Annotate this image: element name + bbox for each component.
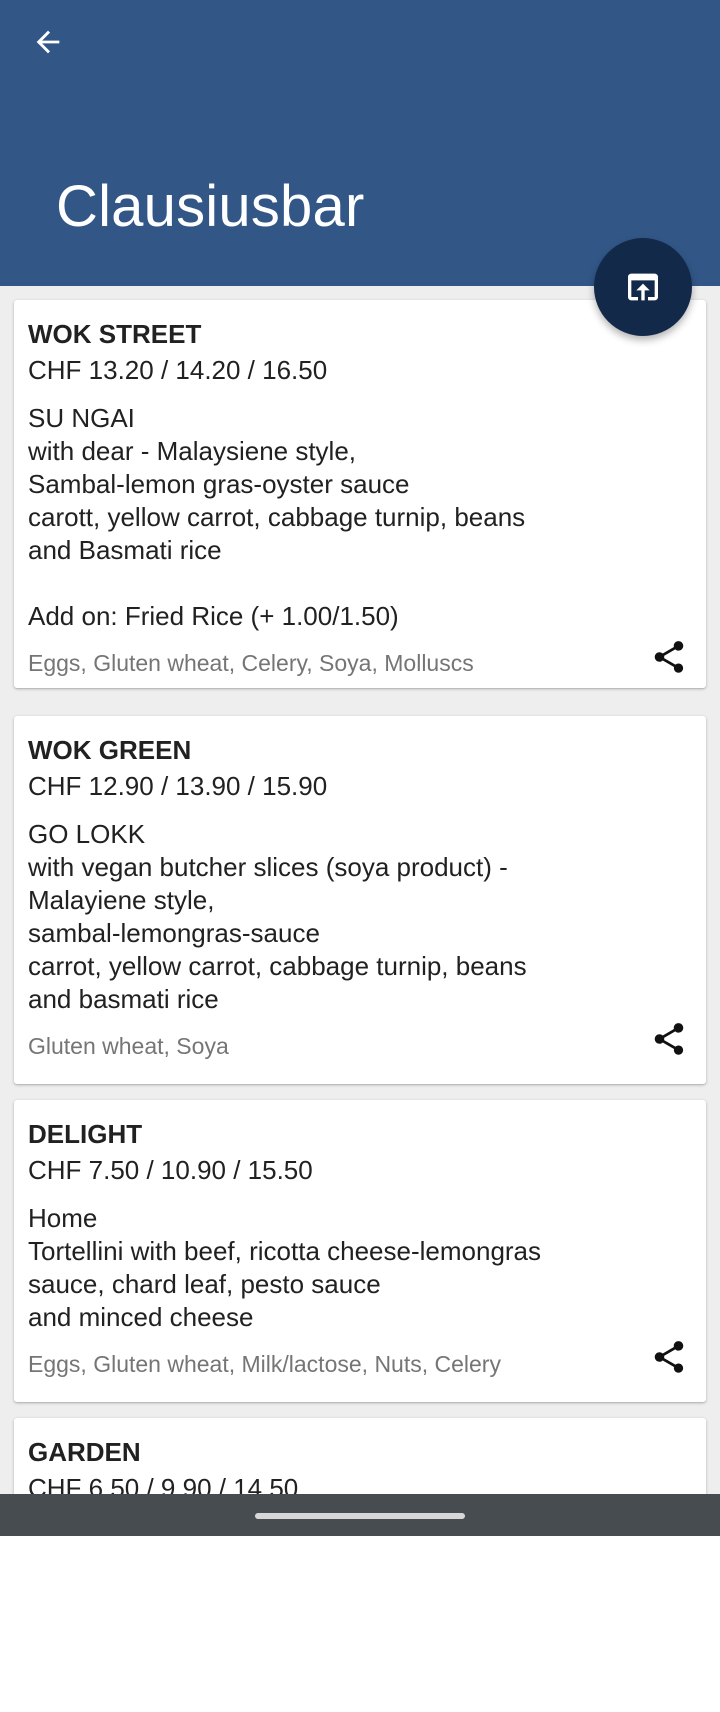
menu-item-allergens: Eggs, Gluten wheat, Celery, Soya, Mollus…	[28, 650, 474, 676]
page-title: Clausiusbar	[56, 174, 365, 239]
menu-item-description: GO LOKK with vegan butcher slices (soya …	[28, 819, 527, 1014]
menu-item-price: CHF 6.50 / 9.90 / 14.50	[28, 1473, 299, 1494]
menu-item-price: CHF 7.50 / 10.90 / 15.50	[28, 1155, 313, 1185]
open-in-browser-button[interactable]	[594, 238, 692, 336]
menu-item-allergens: Eggs, Gluten wheat, Milk/lactose, Nuts, …	[28, 1351, 501, 1377]
menu-item-title: WOK GREEN	[28, 735, 192, 765]
share-icon	[654, 641, 684, 673]
app-bar: Clausiusbar	[0, 0, 720, 286]
menu-item-allergens: Gluten wheat, Soya	[28, 1033, 229, 1059]
menu-item-description: Home Tortellini with beef, ricotta chees…	[28, 1203, 542, 1332]
share-button[interactable]	[646, 1016, 692, 1062]
menu-item-title: GARDEN	[28, 1437, 141, 1467]
menu-item-description: SU NGAI with dear - Malaysiene style, Sa…	[28, 403, 526, 631]
arrow-back-icon	[36, 30, 60, 54]
menu-card-garden[interactable]: GARDEN CHF 6.50 / 9.90 / 14.50	[14, 1418, 706, 1494]
menu-list[interactable]: WOK STREET CHF 13.20 / 14.20 / 16.50 SU …	[0, 286, 720, 1494]
system-navigation-bar	[0, 1494, 720, 1536]
home-gesture-handle[interactable]	[255, 1513, 465, 1519]
menu-card-wok-street[interactable]: WOK STREET CHF 13.20 / 14.20 / 16.50 SU …	[14, 300, 706, 688]
menu-item-title: DELIGHT	[28, 1119, 143, 1149]
menu-item-price: CHF 13.20 / 14.20 / 16.50	[28, 355, 328, 385]
share-icon	[654, 1341, 684, 1373]
screen: Clausiusbar WOK STREET CHF 13.20 / 14.20…	[0, 0, 720, 1712]
menu-card-delight[interactable]: DELIGHT CHF 7.50 / 10.90 / 15.50 Home To…	[14, 1100, 706, 1402]
menu-item-price: CHF 12.90 / 13.90 / 15.90	[28, 771, 328, 801]
back-button[interactable]	[22, 16, 74, 68]
menu-card-wok-green[interactable]: WOK GREEN CHF 12.90 / 13.90 / 15.90 GO L…	[14, 716, 706, 1084]
share-button[interactable]	[646, 1334, 692, 1380]
share-icon	[654, 1023, 684, 1055]
share-button[interactable]	[646, 634, 692, 680]
menu-item-title: WOK STREET	[28, 319, 202, 349]
blank-area	[0, 1536, 720, 1712]
open-in-browser-icon	[628, 273, 658, 301]
